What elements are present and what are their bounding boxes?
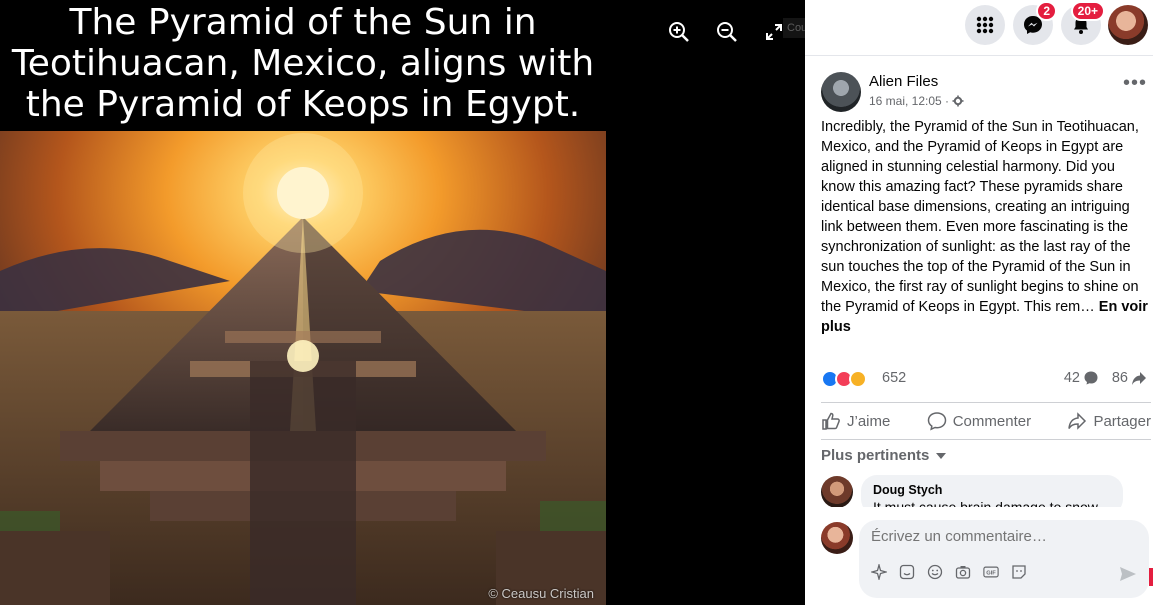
- menu-button[interactable]: [965, 5, 1005, 45]
- sticker-button[interactable]: [899, 564, 915, 580]
- send-button[interactable]: [1119, 566, 1137, 587]
- comment-item: Doug Stych It must cause brain damage to…: [821, 475, 1147, 507]
- page-name[interactable]: Alien Files: [869, 73, 938, 90]
- pyramid-image: [0, 131, 606, 605]
- zoom-out-icon: [717, 22, 737, 42]
- photo-viewer: The Pyramid of the Sun in Teotihuacan, M…: [0, 0, 805, 605]
- account-avatar[interactable]: [1108, 5, 1148, 45]
- comment-input[interactable]: [871, 528, 1131, 545]
- more-options-button[interactable]: •••: [1123, 73, 1147, 93]
- notifications-button[interactable]: 20+: [1061, 1, 1105, 45]
- fullscreen-button[interactable]: [760, 18, 788, 46]
- composer-box: GIF: [859, 520, 1149, 598]
- share-icon: [1068, 412, 1087, 430]
- audience-gear-icon: [952, 95, 964, 107]
- emoji-icon: [927, 564, 943, 580]
- post-actions: J’aime Commenter Partager: [821, 402, 1151, 440]
- zoom-in-button[interactable]: [665, 18, 693, 46]
- like-label: J’aime: [847, 412, 891, 430]
- haha-reaction-icon: [849, 370, 867, 388]
- comment-icon: [927, 412, 946, 431]
- comment-author[interactable]: Doug Stych: [873, 483, 1111, 497]
- send-icon: [1120, 567, 1136, 581]
- post-text: Incredibly, the Pyramid of the Sun in Te…: [821, 117, 1149, 337]
- photo-credit: © Ceausu Cristian: [488, 586, 594, 601]
- share-count-link[interactable]: 86: [1112, 370, 1147, 386]
- messenger-badge: 2: [1036, 1, 1057, 21]
- comment-text: It must cause brain damage to snow: [873, 499, 1098, 507]
- share-arrow-icon: [1132, 372, 1146, 385]
- notifications-badge: 20+: [1070, 1, 1105, 21]
- comment-label: Commenter: [952, 412, 1032, 430]
- gif-button[interactable]: GIF: [983, 564, 999, 580]
- comment-bubble-icon: [1084, 371, 1098, 385]
- fullscreen-icon: [766, 24, 782, 40]
- photo-caption: The Pyramid of the Sun in Teotihuacan, M…: [0, 0, 606, 131]
- share-count: 86: [1111, 370, 1128, 386]
- sticker-icon: [899, 564, 915, 580]
- grid-menu-icon: [976, 16, 994, 34]
- reaction-count[interactable]: 652: [882, 370, 906, 386]
- more-dots-icon: •••: [1122, 72, 1147, 94]
- comment-sort-dropdown[interactable]: Plus pertinents: [821, 447, 947, 464]
- post-panel: 2 20+ Alien Files 16 mai, 12:05 · ••• In…: [805, 0, 1153, 605]
- share-label: Partager: [1093, 412, 1151, 430]
- comment-composer: GIF: [821, 520, 1151, 598]
- composer-avatar[interactable]: [821, 522, 853, 554]
- zoom-out-button[interactable]: [713, 18, 741, 46]
- share-button[interactable]: Partager: [1067, 411, 1151, 431]
- thumbs-up-icon: [822, 412, 840, 430]
- pyramid-photo: © Ceausu Cristian: [0, 131, 606, 605]
- top-bar: 2 20+: [805, 0, 1153, 56]
- post-meta: 16 mai, 12:05 ·: [869, 94, 964, 108]
- sparkle-icon: [871, 564, 887, 580]
- composer-tools: GIF: [871, 564, 1027, 580]
- sticker-face-button[interactable]: [1011, 564, 1027, 580]
- messenger-button[interactable]: 2: [1013, 1, 1057, 45]
- svg-text:GIF: GIF: [986, 571, 996, 577]
- commenter-avatar[interactable]: [821, 476, 853, 507]
- post-timestamp[interactable]: 16 mai, 12:05 ·: [869, 94, 949, 108]
- photo-button[interactable]: [955, 564, 971, 580]
- comment-button[interactable]: Commenter: [927, 411, 1031, 431]
- comment-bubble: Doug Stych It must cause brain damage to…: [861, 475, 1123, 507]
- like-button[interactable]: J’aime: [821, 411, 890, 431]
- reaction-summary: 652 42 86: [821, 368, 1147, 390]
- sort-label: Plus pertinents: [821, 447, 930, 464]
- comment-count: 42: [1063, 370, 1080, 386]
- edge-indicator: [1149, 568, 1153, 586]
- page-avatar[interactable]: [821, 72, 861, 112]
- caret-down-icon: [936, 452, 947, 459]
- sticker-face-icon: [1012, 565, 1026, 579]
- zoom-in-icon: [669, 22, 689, 42]
- avatar-sticker-button[interactable]: [871, 564, 887, 580]
- comment-count-link[interactable]: 42: [1064, 370, 1099, 386]
- camera-icon: [955, 566, 971, 579]
- emoji-button[interactable]: [927, 564, 943, 580]
- gif-icon: GIF: [983, 566, 999, 578]
- post-header: Alien Files 16 mai, 12:05 · •••: [821, 72, 1147, 112]
- post-body: Incredibly, the Pyramid of the Sun in Te…: [821, 119, 1139, 315]
